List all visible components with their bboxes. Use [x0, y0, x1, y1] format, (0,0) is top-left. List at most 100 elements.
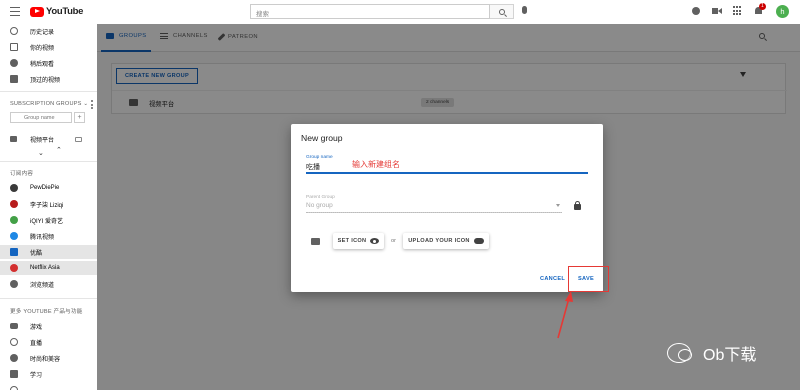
cloud-upload-icon: [473, 238, 484, 244]
create-video-icon[interactable]: [712, 6, 722, 16]
subscription-item[interactable]: 优酷: [0, 245, 97, 259]
channel-avatar: [10, 216, 18, 224]
annotation-arrow: [557, 291, 573, 339]
channel-avatar: [10, 248, 18, 256]
subscription-label: 腾讯视频: [30, 234, 55, 241]
dialog-title: New group: [301, 133, 343, 143]
set-icon-button[interactable]: SET ICON: [333, 233, 384, 249]
sidebar-item-watch-later[interactable]: 稍后观看: [0, 56, 97, 70]
subscription-item[interactable]: 腾讯视频: [0, 229, 97, 243]
upload-icon-button[interactable]: UPLOAD YOUR ICON: [403, 233, 489, 249]
sidebar-item-fashion[interactable]: 时尚和美容: [0, 351, 97, 365]
folder-icon: [311, 238, 320, 245]
sidebar-item-label: 顶过的视频: [30, 77, 61, 84]
fashion-icon: [10, 354, 18, 362]
upload-icon-label: UPLOAD YOUR ICON: [408, 238, 470, 244]
sidebar-item-label: 直播: [30, 340, 43, 347]
subscription-item[interactable]: Netflix Asia: [0, 261, 97, 275]
thumb-up-icon: [10, 75, 18, 83]
sidebar-group-label: 视频平台: [30, 137, 55, 144]
more-title: 更多 YOUTUBE 产品与功能: [10, 309, 83, 315]
avatar[interactable]: h: [776, 5, 789, 18]
add-circle-icon: [10, 280, 18, 288]
new-group-dialog: New group Group name 吃播 输入新建组名 Parent Gr…: [291, 124, 603, 292]
or-text: or: [391, 238, 396, 244]
subscription-item[interactable]: PewDiePie: [0, 181, 97, 195]
channel-avatar: [10, 200, 18, 208]
dropdown-caret-icon: [556, 204, 560, 207]
channel-list-icon[interactable]: [75, 136, 82, 142]
sidebar-item-liked[interactable]: 顶过的视频: [0, 72, 97, 86]
sidebar: 历史记录 你的视频 稍后观看 顶过的视频 SUBSCRIPTION GROUPS…: [0, 24, 97, 390]
sidebar-item-gaming[interactable]: 游戏: [0, 319, 97, 333]
chevron-down-icon[interactable]: ⌄: [38, 149, 44, 157]
history-icon: [10, 27, 18, 35]
watermark-text: Ob下载: [703, 347, 757, 364]
more-options-icon[interactable]: [91, 100, 93, 111]
group-name-label: Group name: [306, 155, 333, 160]
sidebar-item-learning[interactable]: 学习: [0, 367, 97, 381]
sidebar-item-label: 你的视频: [30, 45, 55, 52]
youtube-play-icon: [30, 6, 44, 17]
channel-avatar: [10, 264, 18, 272]
youtube-logo[interactable]: YouTube: [30, 6, 83, 17]
subscription-item[interactable]: iQIYI 爱奇艺: [0, 213, 97, 227]
learning-icon: [10, 370, 18, 378]
sidebar-item-label: 历史记录: [30, 29, 55, 36]
watch-later-icon: [10, 59, 18, 67]
field-underline: [306, 212, 562, 213]
top-bar: YouTube 搜索 1 h: [0, 0, 800, 24]
wechat-icon: [667, 343, 692, 363]
annotation-text: 输入新建组名: [352, 160, 400, 169]
group-name-input[interactable]: Group name: [10, 112, 72, 123]
subscription-label: PewDiePie: [30, 185, 60, 191]
field-underline: [306, 172, 588, 174]
divider: [0, 91, 97, 92]
sidebar-group-item[interactable]: 视频平台: [0, 132, 97, 146]
menu-icon[interactable]: [10, 7, 20, 16]
subscription-groups-text: SUBSCRIPTION GROUPS: [10, 101, 82, 107]
sidebar-item-live[interactable]: 直播: [0, 335, 97, 349]
sidebar-item-label: 学习: [30, 372, 43, 379]
browse-channels-item[interactable]: 浏览频道: [0, 277, 97, 291]
set-icon-label: SET ICON: [337, 238, 367, 244]
sidebar-item-history[interactable]: 历史记录: [0, 24, 97, 38]
eye-icon: [370, 238, 380, 244]
logo-text: YouTube: [46, 6, 84, 17]
search-input[interactable]: 搜索: [250, 4, 490, 19]
gaming-icon: [10, 323, 18, 329]
folder-icon: [10, 136, 17, 142]
extension-icon[interactable]: [691, 6, 701, 16]
sidebar-item-label: 时尚和美容: [30, 356, 61, 363]
parent-group-label: Parent Group: [306, 195, 335, 200]
channel-avatar: [10, 232, 18, 240]
sidebar-item-your-videos[interactable]: 你的视频: [0, 40, 97, 54]
your-videos-icon: [10, 43, 18, 51]
subscription-item[interactable]: 李子柒 Liziqi: [0, 197, 97, 211]
apps-icon[interactable]: [733, 6, 743, 16]
sidebar-item-extra[interactable]: [0, 383, 97, 390]
subscription-label: 浏览频道: [30, 282, 55, 289]
subscription-label: 优酷: [30, 250, 43, 257]
microphone-icon[interactable]: [522, 6, 527, 14]
group-name-field[interactable]: 吃播: [306, 162, 320, 172]
subscription-label: Netflix Asia: [30, 265, 60, 271]
more-icon: [10, 386, 18, 390]
subscription-label: iQIYI 爱奇艺: [30, 218, 64, 225]
search-button[interactable]: [490, 4, 514, 19]
parent-group-select[interactable]: No group: [306, 202, 333, 209]
subscriptions-title: 订阅内容: [10, 171, 34, 177]
subscription-label: 李子柒 Liziqi: [30, 202, 64, 209]
search-icon: [498, 8, 505, 15]
lock-icon[interactable]: [574, 200, 581, 210]
chevron-up-icon[interactable]: ⌃: [56, 146, 62, 154]
watermark: Ob下载: [667, 341, 756, 365]
cancel-button[interactable]: CANCEL: [540, 276, 565, 282]
channel-avatar: [10, 184, 18, 192]
add-group-button[interactable]: +: [74, 112, 85, 123]
notification-badge: 1: [759, 3, 766, 10]
save-highlight-box: [568, 266, 609, 292]
live-icon: [10, 338, 18, 346]
sidebar-item-label: 稍后观看: [30, 61, 55, 68]
subscription-groups-title[interactable]: SUBSCRIPTION GROUPS ⌄: [10, 101, 88, 107]
